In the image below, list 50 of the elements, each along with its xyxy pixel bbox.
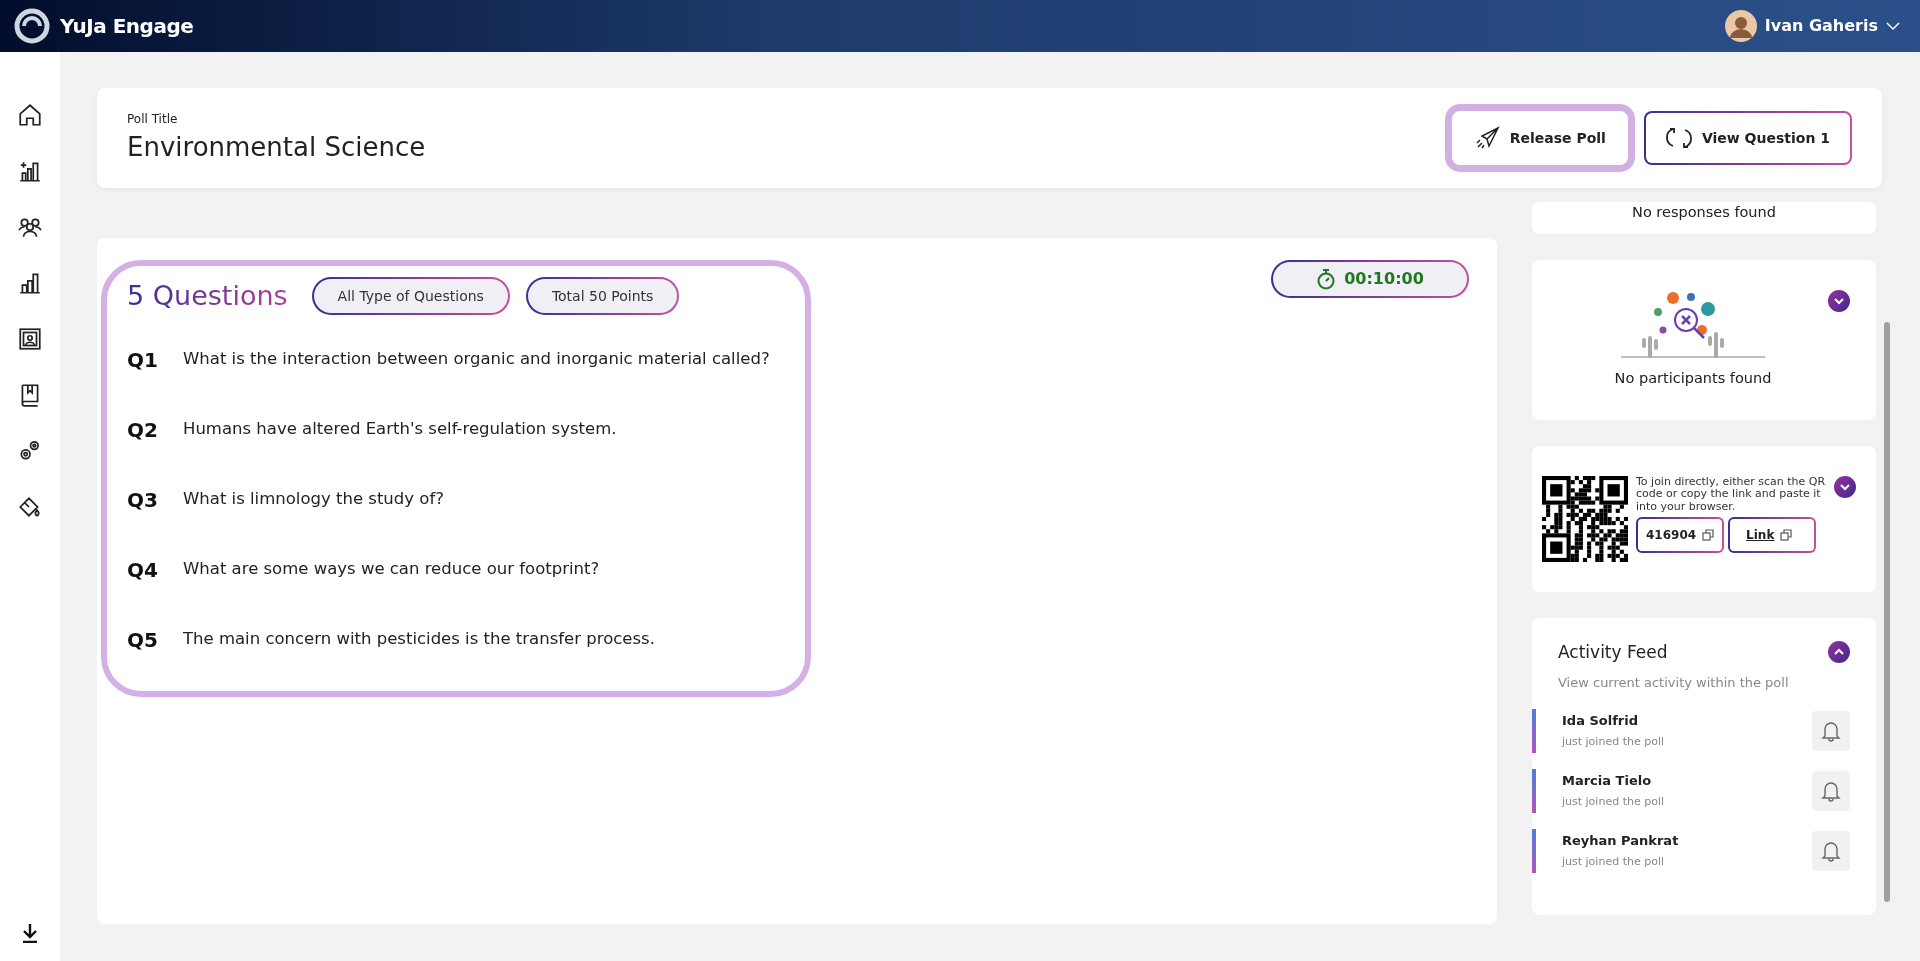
participant-name: Reyhan Pankrat (1562, 831, 1679, 850)
stopwatch-icon (1316, 268, 1337, 290)
join-instructions: To join directly, either scan the QR code or copy the link and paste it into your browser. (1636, 475, 1826, 514)
copy-icon (1702, 529, 1715, 542)
question-number: Q1 (127, 346, 159, 374)
poll-title-label: Poll Title (127, 110, 179, 128)
participant-name: Ida Solfrid (1562, 711, 1640, 730)
poll-title: Environmental Science (127, 130, 426, 164)
download-icon[interactable] (21, 923, 39, 943)
question-number: Q3 (127, 486, 159, 514)
question-text: The main concern with pesticides is the transfer process. (183, 628, 655, 651)
bell-icon (1821, 719, 1841, 742)
copy-link-button[interactable]: Link (1728, 517, 1817, 554)
chevron-down-icon[interactable] (1834, 475, 1856, 498)
bell-icon (1821, 839, 1841, 862)
question-text: Humans have altered Earth's self-regulation system. (183, 418, 617, 441)
bell-icon (1821, 779, 1841, 802)
question-text: What are some ways we can reduce our footprint? (183, 558, 600, 581)
chevron-up-icon[interactable] (1828, 641, 1850, 664)
activity-text: just joined the poll (1562, 734, 1664, 750)
copy-icon (1780, 529, 1793, 542)
question-text: What is the interaction between organic and inorganic material called? (183, 348, 770, 371)
activity-feed-subtitle: View current activity within the poll (1558, 674, 1790, 692)
notify-button[interactable] (1812, 710, 1850, 751)
chevron-down-icon[interactable] (1886, 21, 1900, 31)
notify-button[interactable] (1812, 770, 1850, 811)
user-name[interactable]: Ivan Gaheris (1764, 14, 1878, 38)
avatar-icon[interactable] (1724, 10, 1757, 42)
activity-text: just joined the poll (1562, 794, 1664, 810)
presentation-icon[interactable] (17, 326, 43, 352)
logo-icon (12, 8, 52, 44)
question-number: Q5 (127, 626, 159, 654)
notify-button[interactable] (1812, 830, 1850, 871)
view-question-button[interactable]: View Question 1 (1643, 111, 1852, 165)
empty-message: No participants found (1614, 368, 1772, 388)
chevron-down-icon[interactable] (1828, 289, 1850, 312)
refresh-icon (1665, 125, 1692, 151)
activity-feed-title: Activity Feed (1558, 640, 1668, 664)
question-number: Q2 (127, 416, 159, 444)
app-name: YuJa Engage (60, 13, 194, 40)
empty-message: No responses found (1631, 203, 1777, 222)
scrollbar[interactable] (1884, 322, 1890, 902)
join-code-button[interactable]: 416904 (1636, 517, 1725, 554)
bar-chart-icon[interactable] (17, 270, 43, 296)
question-text: What is limnology the study of? (183, 488, 444, 511)
timer-value: 00:10:00 (1344, 268, 1424, 290)
activity-text: just joined the poll (1562, 854, 1665, 870)
participant-name: Marcia Tielo (1562, 771, 1653, 790)
question-number: Q4 (127, 556, 159, 584)
home-icon[interactable] (17, 102, 43, 128)
